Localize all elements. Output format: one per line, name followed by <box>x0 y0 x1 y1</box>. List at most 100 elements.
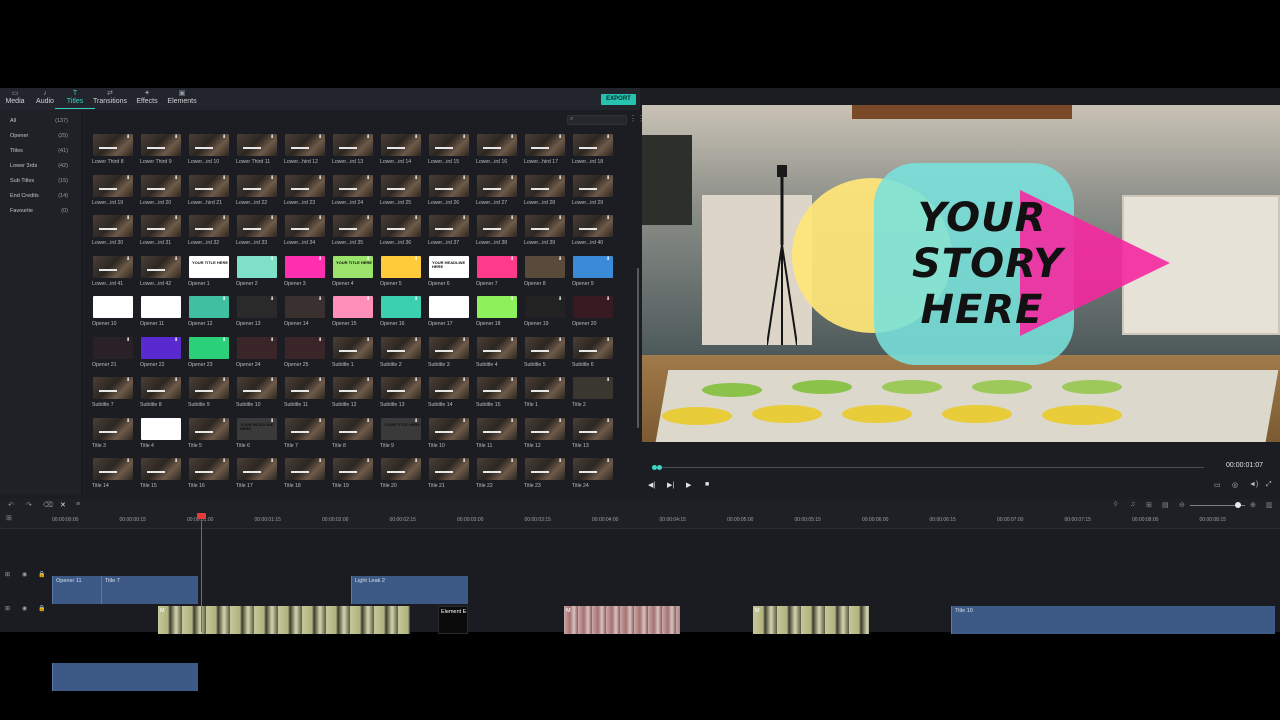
title-template-item[interactable]: ⬇ Opener 19 <box>524 296 568 336</box>
category-item[interactable]: Favourite (0) <box>0 204 82 219</box>
eye-icon[interactable]: ◉ <box>22 605 27 612</box>
element-clip[interactable]: Element E <box>438 606 468 634</box>
display-icon[interactable]: ▭ <box>1214 481 1221 489</box>
download-icon[interactable]: ⬇ <box>414 418 419 424</box>
timeline-menu-icon[interactable]: ▥ <box>1266 501 1273 509</box>
title-template-item[interactable]: ⬇ Lower...ird 24 <box>332 174 376 215</box>
title-template-item[interactable]: ⬇ Subtitle 5 <box>524 336 568 377</box>
media-clip[interactable]: M <box>158 606 410 634</box>
title-template-item[interactable]: ⬇ Lower...ird 22 <box>236 174 280 215</box>
download-icon[interactable]: ⬇ <box>174 337 179 343</box>
title-template-item[interactable]: ⬇ Lower...ird 25 <box>380 174 424 215</box>
title-template-item[interactable]: YOUR HEADLINE HERE ⬇ Title 6 <box>236 417 280 458</box>
download-icon[interactable]: ⬇ <box>270 418 275 424</box>
download-icon[interactable]: ⬇ <box>414 337 419 343</box>
title-template-item[interactable]: ⬇ Lower...ird 16 <box>476 134 520 174</box>
download-icon[interactable]: ⬇ <box>318 418 323 424</box>
category-item[interactable]: Lower 3rds (42) <box>0 159 82 174</box>
download-icon[interactable]: ⬇ <box>174 378 179 383</box>
download-icon[interactable]: ⬇ <box>222 135 227 140</box>
download-icon[interactable]: ⬇ <box>606 135 611 140</box>
download-icon[interactable]: ⬇ <box>174 135 179 140</box>
time-ruler[interactable]: ⊞ 00:00:00:0000:00:00:1500:00:01:0000:00… <box>0 513 1280 529</box>
cut-icon[interactable]: ✕ <box>60 501 66 509</box>
category-item[interactable]: Titles (41) <box>0 144 82 159</box>
download-icon[interactable]: ⬇ <box>318 459 323 464</box>
title-template-item[interactable]: ⬇ Title 18 <box>284 458 328 494</box>
title-template-item[interactable]: ⬇ Subtitle 14 <box>428 377 472 417</box>
download-icon[interactable]: ⬇ <box>366 297 371 302</box>
title-template-item[interactable]: ⬇ Title 8 <box>332 417 376 458</box>
stop-icon[interactable]: ■ <box>705 481 709 488</box>
download-icon[interactable]: ⬇ <box>414 175 419 181</box>
title-template-item[interactable]: ⬇ Lower...ird 29 <box>572 174 616 215</box>
title-template-item[interactable]: ⬇ Lower Third 8 <box>92 134 136 174</box>
download-icon[interactable]: ⬇ <box>606 297 611 302</box>
title-template-item[interactable]: ⬇ Lower...hird 17 <box>524 134 568 174</box>
export-button[interactable]: EXPORT <box>601 94 636 105</box>
title-template-item[interactable]: ⬇ Subtitle 15 <box>476 377 520 417</box>
title-template-item[interactable]: ⬇ Title 16 <box>188 458 232 494</box>
download-icon[interactable]: ⬇ <box>606 459 611 464</box>
download-icon[interactable]: ⬇ <box>510 337 515 343</box>
zoom-out-icon[interactable]: ⊖ <box>1179 501 1185 509</box>
title-template-item[interactable]: ⬇ Lower...ird 27 <box>476 174 520 215</box>
download-icon[interactable]: ⬇ <box>414 297 419 302</box>
download-icon[interactable]: ⬇ <box>414 216 419 221</box>
download-icon[interactable]: ⬇ <box>462 418 467 424</box>
title-template-item[interactable]: ⬇ Opener 18 <box>476 296 520 336</box>
mixer-icon[interactable]: ⊞ <box>1146 501 1152 509</box>
lock-icon[interactable]: 🔒 <box>38 571 45 578</box>
title-template-item[interactable]: ⬇ Opener 11 <box>140 296 184 336</box>
download-icon[interactable]: ⬇ <box>126 337 131 343</box>
title-template-item[interactable]: ⬇ Title 13 <box>572 417 616 458</box>
volume-icon[interactable]: ◄) <box>1249 481 1258 488</box>
light-leak-clip[interactable]: Light Leak 2 <box>351 576 468 604</box>
title-template-item[interactable]: ⬇ Subtitle 4 <box>476 336 520 377</box>
title-template-item[interactable]: ⬇ Lower...ird 36 <box>380 215 424 255</box>
download-icon[interactable]: ⬇ <box>510 378 515 383</box>
title-template-item[interactable]: ⬇ Lower...ird 18 <box>572 134 616 174</box>
download-icon[interactable]: ⬇ <box>366 418 371 424</box>
step-back-icon[interactable]: ◀| <box>648 481 655 489</box>
play-icon[interactable]: ▶ <box>686 481 691 489</box>
snapshot-icon[interactable]: ◎ <box>1232 481 1238 489</box>
lock-icon[interactable]: 🔒 <box>38 605 45 612</box>
download-icon[interactable]: ⬇ <box>126 135 131 140</box>
title-template-item[interactable]: ⬇ Lower...ird 33 <box>236 215 280 255</box>
title-template-item[interactable]: ⬇ Opener 5 <box>380 255 424 296</box>
adjust-icon[interactable]: ≡ <box>76 501 80 508</box>
download-icon[interactable]: ⬇ <box>222 175 227 181</box>
download-icon[interactable]: ⬇ <box>510 256 515 262</box>
download-icon[interactable]: ⬇ <box>222 337 227 343</box>
download-icon[interactable]: ⬇ <box>606 378 611 383</box>
delete-icon[interactable]: ⌫ <box>43 501 53 509</box>
download-icon[interactable]: ⬇ <box>318 256 323 262</box>
download-icon[interactable]: ⬇ <box>174 175 179 181</box>
title-10-clip[interactable]: Title 10 <box>951 606 1275 634</box>
zoom-in-icon[interactable]: ⊕ <box>1250 501 1256 509</box>
title-template-item[interactable]: ⬇ Opener 14 <box>284 296 328 336</box>
title-template-item[interactable]: ⬇ Opener 15 <box>332 296 376 336</box>
download-icon[interactable]: ⬇ <box>126 175 131 181</box>
category-item[interactable]: End Credits (14) <box>0 189 82 204</box>
title-template-item[interactable]: ⬇ Subtitle 7 <box>92 377 136 417</box>
title-template-item[interactable]: ⬇ Subtitle 10 <box>236 377 280 417</box>
title-template-item[interactable]: ⬇ Lower...ird 30 <box>92 215 136 255</box>
download-icon[interactable]: ⬇ <box>318 216 323 221</box>
title-template-item[interactable]: ⬇ Title 14 <box>92 458 136 494</box>
download-icon[interactable]: ⬇ <box>558 175 563 181</box>
download-icon[interactable]: ⬇ <box>174 418 179 424</box>
download-icon[interactable]: ⬇ <box>606 175 611 181</box>
add-track-icon[interactable]: ⊞ <box>6 514 12 522</box>
download-icon[interactable]: ⬇ <box>126 256 131 262</box>
play-frame-icon[interactable]: ▶| <box>667 481 674 489</box>
download-icon[interactable]: ⬇ <box>222 459 227 464</box>
download-icon[interactable]: ⬇ <box>558 418 563 424</box>
category-item[interactable]: All (137) <box>0 114 82 129</box>
progress-bar[interactable] <box>656 467 1204 468</box>
download-icon[interactable]: ⬇ <box>270 378 275 383</box>
download-icon[interactable]: ⬇ <box>174 216 179 221</box>
title-template-item[interactable]: ⬇ Lower...ird 41 <box>92 255 136 296</box>
title-template-item[interactable]: ⬇ Title 24 <box>572 458 616 494</box>
